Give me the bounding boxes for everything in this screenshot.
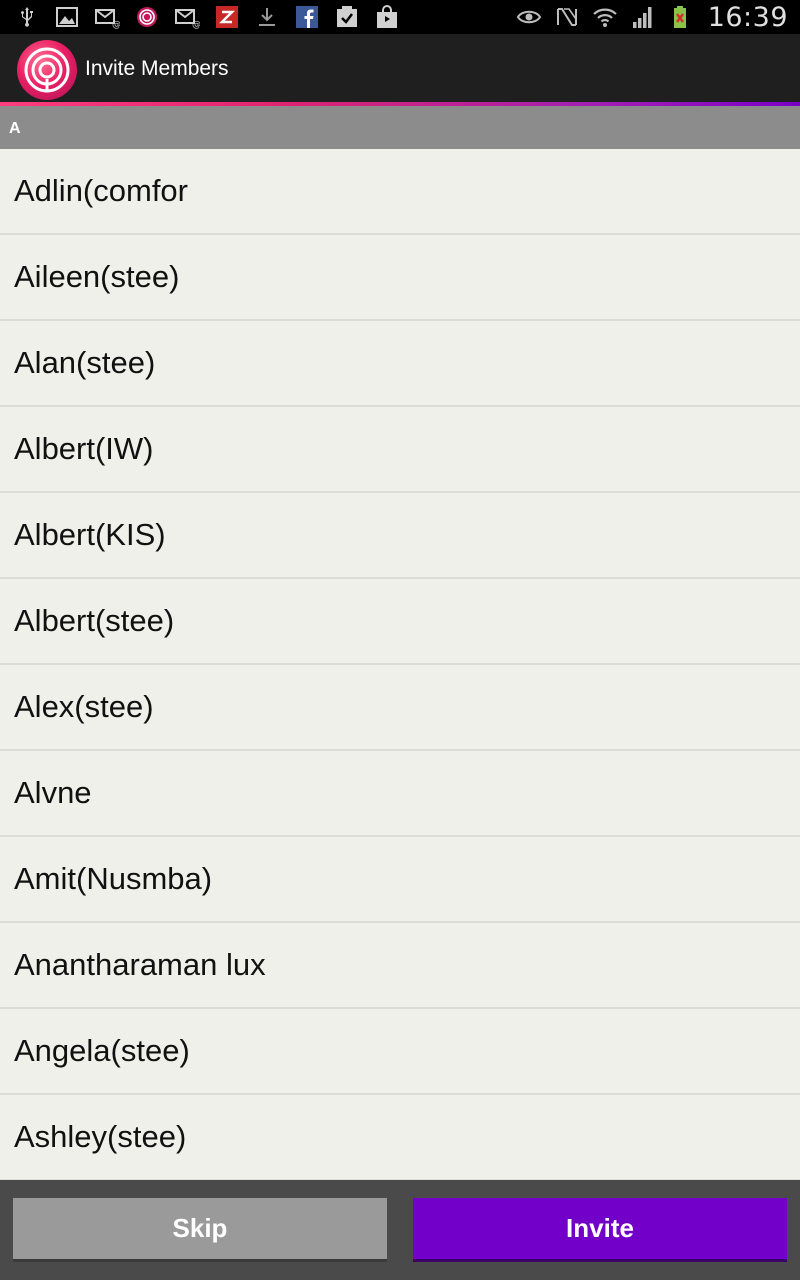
list-item[interactable]: Amit(Nusmba): [0, 837, 800, 923]
usb-icon: [12, 4, 42, 30]
app-logo-icon[interactable]: [16, 39, 78, 101]
list-item[interactable]: Adlin(comfor: [0, 149, 800, 235]
contact-name: Adlin(comfor: [14, 173, 188, 208]
list-item[interactable]: Alan(stee): [0, 321, 800, 407]
contact-name: Angela(stee): [14, 1033, 190, 1068]
list-item[interactable]: Albert(KIS): [0, 493, 800, 579]
page-title: Invite Members: [85, 57, 229, 80]
email-icon: @: [172, 4, 202, 30]
list-item[interactable]: Angela(stee): [0, 1009, 800, 1095]
status-bar: @ @: [0, 0, 800, 34]
download-icon: [252, 4, 282, 30]
list-item[interactable]: Anantharaman lux: [0, 923, 800, 1009]
contact-name: Albert(stee): [14, 603, 175, 638]
contact-name: Alvne: [14, 775, 92, 810]
contact-name: Albert(KIS): [14, 517, 166, 552]
task-check-icon: [332, 4, 362, 30]
button-bar: Skip Invite: [0, 1180, 800, 1280]
gallery-icon: [52, 4, 82, 30]
svg-text:@: @: [192, 20, 200, 29]
battery-icon: [666, 4, 696, 30]
contact-name: Aileen(stee): [14, 259, 180, 294]
contact-name: Ashley(stee): [14, 1119, 187, 1154]
email-icon: @: [92, 4, 122, 30]
contact-name: Albert(IW): [14, 431, 154, 466]
facebook-icon: [292, 4, 322, 30]
eye-icon: [514, 4, 544, 30]
svg-text:@: @: [112, 20, 120, 29]
contact-name: Anantharaman lux: [14, 947, 266, 982]
list-item[interactable]: Alvne: [0, 751, 800, 837]
zite-icon: [212, 4, 242, 30]
section-header: A: [0, 106, 800, 149]
section-letter: A: [9, 120, 21, 137]
contact-name: Alex(stee): [14, 689, 154, 724]
list-item[interactable]: Albert(stee): [0, 579, 800, 665]
nfc-icon: [552, 4, 582, 30]
invite-button[interactable]: Invite: [413, 1198, 787, 1262]
skip-button[interactable]: Skip: [13, 1198, 387, 1262]
action-bar: Invite Members: [0, 34, 800, 102]
list-item[interactable]: Ashley(stee): [0, 1095, 800, 1180]
list-item[interactable]: Alex(stee): [0, 665, 800, 751]
list-item[interactable]: Aileen(stee): [0, 235, 800, 321]
signal-icon: [628, 4, 658, 30]
shopping-bag-icon: [372, 4, 402, 30]
wifi-icon: [590, 4, 620, 30]
contact-name: Amit(Nusmba): [14, 861, 213, 896]
status-clock: 16:39: [707, 1, 788, 33]
system-icons: 16:39: [514, 0, 788, 34]
notification-icons: @ @: [12, 0, 402, 34]
list-item[interactable]: Albert(IW): [0, 407, 800, 493]
contact-name: Alan(stee): [14, 345, 156, 380]
app-logo-notification-icon: [132, 4, 162, 30]
contact-list[interactable]: Adlin(comfor Aileen(stee) Alan(stee) Alb…: [0, 149, 800, 1180]
